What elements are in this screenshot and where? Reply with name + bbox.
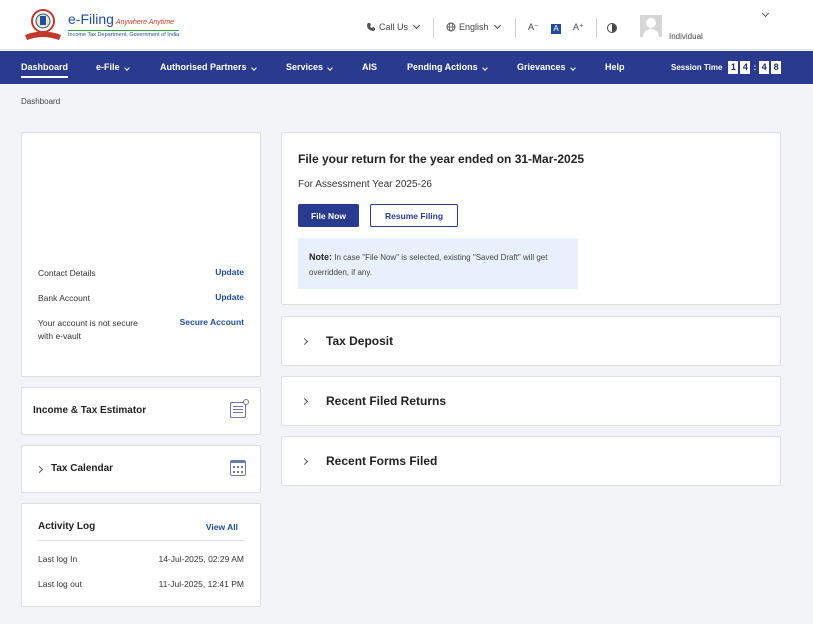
session-digit: 8 (771, 61, 782, 74)
calendar-icon (230, 460, 246, 476)
call-us-dropdown[interactable]: Call Us (366, 21, 421, 32)
nav-label: Grievances (517, 62, 566, 72)
avatar[interactable] (640, 15, 662, 37)
secure-account-link[interactable]: Secure Account (180, 317, 244, 327)
return-title: File your return for the year ended on 3… (298, 152, 585, 166)
brand-name: e-Filing (68, 11, 114, 27)
nav-ais[interactable]: AIS (362, 51, 377, 84)
activity-row: Last log out 11-Jul-2025, 12:41 PM (38, 579, 244, 589)
nav-help[interactable]: Help (605, 51, 625, 84)
emblem-icon (25, 9, 61, 40)
income-tax-estimator-card[interactable]: Income & Tax Estimator (21, 387, 261, 435)
chevron-down-icon (569, 65, 576, 71)
chevron-down-icon (493, 21, 501, 30)
draft-note: Note: In case "File Now" is selected, ex… (298, 238, 578, 289)
profile-card: Contact Details Update Bank Account Upda… (21, 132, 261, 377)
nav-label: Help (605, 62, 625, 72)
user-role: Individual (669, 32, 703, 41)
language-label: English (459, 22, 489, 32)
efiling-logo[interactable]: e-Filing Anywhere Anytime Income Tax Depa… (22, 8, 182, 42)
activity-log-card: Activity Log View All Last log In 14-Jul… (21, 503, 261, 607)
chevron-down-icon[interactable] (761, 9, 770, 18)
accordion-title: Recent Forms Filed (326, 454, 438, 468)
contrast-icon[interactable] (607, 23, 617, 33)
top-header: e-Filing Anywhere Anytime Income Tax Depa… (0, 0, 813, 50)
chevron-right-icon (300, 457, 309, 466)
main-nav: Dashboard e-File Authorised Partners Ser… (0, 51, 813, 84)
profile-row-label: Bank Account (38, 293, 90, 303)
view-all-link[interactable]: View All (206, 522, 238, 532)
accordion-title: Tax Deposit (326, 334, 394, 348)
divider (38, 540, 244, 541)
nav-grievances[interactable]: Grievances (517, 51, 576, 84)
language-dropdown[interactable]: English (446, 21, 501, 32)
font-decrease-button[interactable]: A⁻ (528, 22, 539, 33)
chevron-right-icon (300, 397, 309, 406)
chevron-right-icon (35, 465, 44, 474)
nav-pending-actions[interactable]: Pending Actions (407, 51, 488, 84)
brand-subtitle: Income Tax Department, Government of Ind… (68, 30, 180, 38)
file-return-card: File your return for the year ended on 3… (281, 132, 781, 305)
chevron-down-icon (327, 65, 333, 71)
divider (515, 18, 516, 38)
font-increase-button[interactable]: A⁺ (573, 22, 584, 33)
nav-dashboard[interactable]: Dashboard (21, 51, 69, 84)
nav-services[interactable]: Services (286, 51, 333, 84)
accordion-tax-deposit[interactable]: Tax Deposit (281, 316, 781, 366)
nav-label: Services (286, 62, 324, 72)
chevron-right-icon (300, 337, 309, 346)
resume-filing-button[interactable]: Resume Filing (370, 204, 458, 227)
note-label: Note: (309, 252, 332, 262)
session-digit: 4 (740, 61, 751, 74)
profile-row-label: Contact Details (38, 268, 96, 278)
nav-efile[interactable]: e-File (96, 51, 130, 84)
activity-label: Last log out (38, 579, 82, 589)
session-digit: 4 (759, 61, 770, 74)
breadcrumb: Dashboard (21, 97, 61, 106)
chevron-down-icon (250, 65, 257, 71)
session-label: Session Time (671, 63, 723, 72)
session-colon: : (753, 63, 757, 72)
profile-row-label: Your account is not secure with e-vault (38, 318, 138, 341)
accordion-title: Recent Filed Returns (326, 394, 447, 408)
nav-label: e-File (96, 62, 120, 72)
update-contact-link[interactable]: Update (215, 267, 244, 277)
call-us-label: Call Us (379, 22, 409, 32)
assessment-year: For Assessment Year 2025-26 (298, 179, 432, 190)
chevron-down-icon (412, 21, 421, 30)
profile-row-bank: Bank Account Update (38, 292, 244, 305)
session-timer: Session Time 1 4 : 4 8 (671, 61, 782, 74)
update-bank-link[interactable]: Update (215, 292, 244, 302)
profile-row-contact: Contact Details Update (38, 267, 244, 280)
activity-label: Last log In (38, 554, 78, 564)
nav-label: AIS (362, 62, 378, 72)
calendar-title: Tax Calendar (51, 463, 114, 474)
divider (433, 18, 434, 38)
file-now-button[interactable]: File Now (298, 204, 359, 227)
accordion-recent-forms-filed[interactable]: Recent Forms Filed (281, 436, 781, 486)
calculator-icon (230, 399, 249, 418)
nav-authorised-partners[interactable]: Authorised Partners (160, 51, 257, 84)
divider (596, 18, 597, 38)
note-text: In case "File Now" is selected, existing… (309, 253, 548, 277)
session-digit: 1 (728, 61, 739, 74)
font-default-button[interactable]: A (551, 24, 561, 34)
phone-icon (367, 23, 375, 31)
profile-row-evault: Your account is not secure with e-vault … (38, 317, 244, 343)
activity-value: 11-Jul-2025, 12:41 PM (158, 579, 244, 589)
activity-row: Last log In 14-Jul-2025, 02:29 AM (38, 554, 244, 564)
chevron-down-icon (123, 65, 130, 71)
tax-calendar-card[interactable]: Tax Calendar (21, 445, 261, 493)
activity-value: 14-Jul-2025, 02:29 AM (158, 554, 244, 564)
nav-label: Authorised Partners (160, 62, 247, 72)
nav-label: Pending Actions (407, 62, 478, 72)
brand-tagline: Anywhere Anytime (115, 19, 175, 26)
chevron-down-icon (481, 65, 488, 71)
accordion-recent-filed-returns[interactable]: Recent Filed Returns (281, 376, 781, 426)
nav-label: Dashboard (21, 62, 69, 72)
activity-title: Activity Log (38, 521, 96, 532)
globe-icon (446, 22, 456, 32)
estimator-title: Income & Tax Estimator (33, 405, 147, 416)
